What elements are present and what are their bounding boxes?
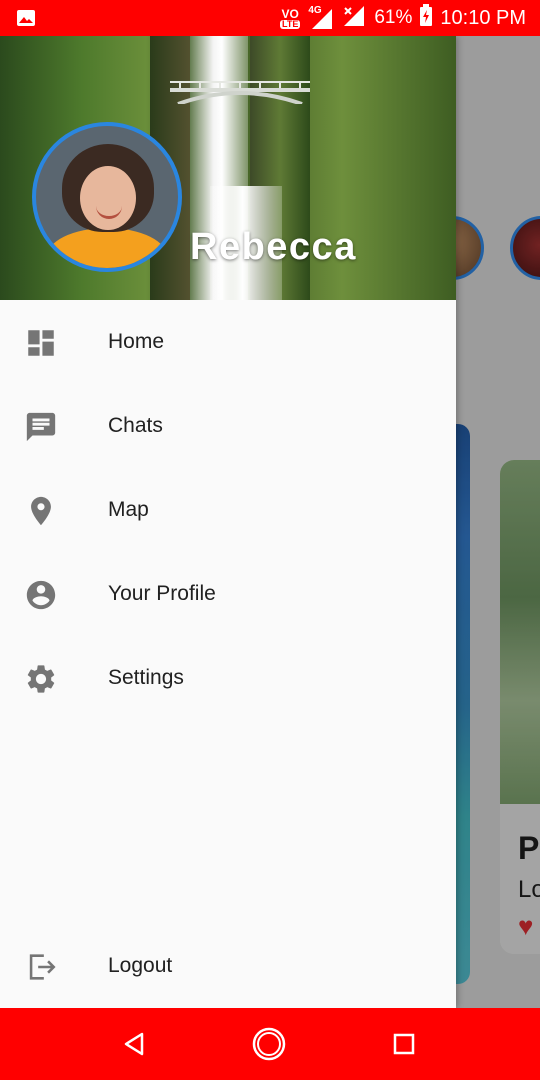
menu-item-map[interactable]: Map — [0, 468, 456, 552]
menu-item-label: Map — [108, 498, 149, 521]
image-notification-icon — [17, 10, 35, 26]
user-name: Rebecca — [190, 226, 357, 268]
signal-4g-icon: 4G — [308, 5, 334, 29]
avatar[interactable] — [32, 122, 182, 272]
navigation-drawer: Rebecca Home Chats Map Your Profile Sett… — [0, 36, 456, 1008]
drawer-header: Rebecca — [0, 36, 456, 300]
dashboard-icon — [28, 330, 54, 356]
menu-item-label: Settings — [108, 666, 184, 689]
logout-button[interactable]: Logout — [0, 924, 456, 1008]
battery-percent: 61% — [374, 7, 413, 28]
bridge — [170, 81, 310, 104]
menu-item-chats[interactable]: Chats — [0, 384, 456, 468]
home-icon[interactable] — [251, 1026, 287, 1062]
menu-item-label: Your Profile — [108, 582, 216, 605]
menu-item-label: Chats — [108, 414, 163, 437]
location-pin-icon — [31, 496, 51, 526]
gear-icon — [27, 665, 55, 693]
menu-item-label: Home — [108, 330, 165, 353]
status-bar: VO LTE 4G 61% 10:10 PM — [0, 0, 540, 36]
battery-charging-icon — [420, 4, 433, 32]
system-nav-bar — [0, 1008, 540, 1080]
status-icons: VO LTE 4G 61% 10:10 PM — [280, 0, 526, 36]
back-icon[interactable] — [116, 1026, 152, 1062]
recents-icon[interactable] — [386, 1026, 422, 1062]
clock: 10:10 PM — [440, 6, 526, 29]
volte-icon: VO LTE — [280, 6, 301, 29]
drawer-menu: Home Chats Map Your Profile Settings — [0, 300, 456, 720]
scrim[interactable] — [456, 36, 540, 1008]
signal-no-data-icon — [342, 4, 366, 32]
logout-label: Logout — [108, 954, 173, 977]
chat-icon — [26, 412, 56, 442]
menu-item-your-profile[interactable]: Your Profile — [0, 552, 456, 636]
menu-item-home[interactable]: Home — [0, 300, 456, 384]
account-circle-icon — [26, 580, 56, 610]
menu-item-settings[interactable]: Settings — [0, 636, 456, 720]
logout-icon — [29, 954, 56, 980]
